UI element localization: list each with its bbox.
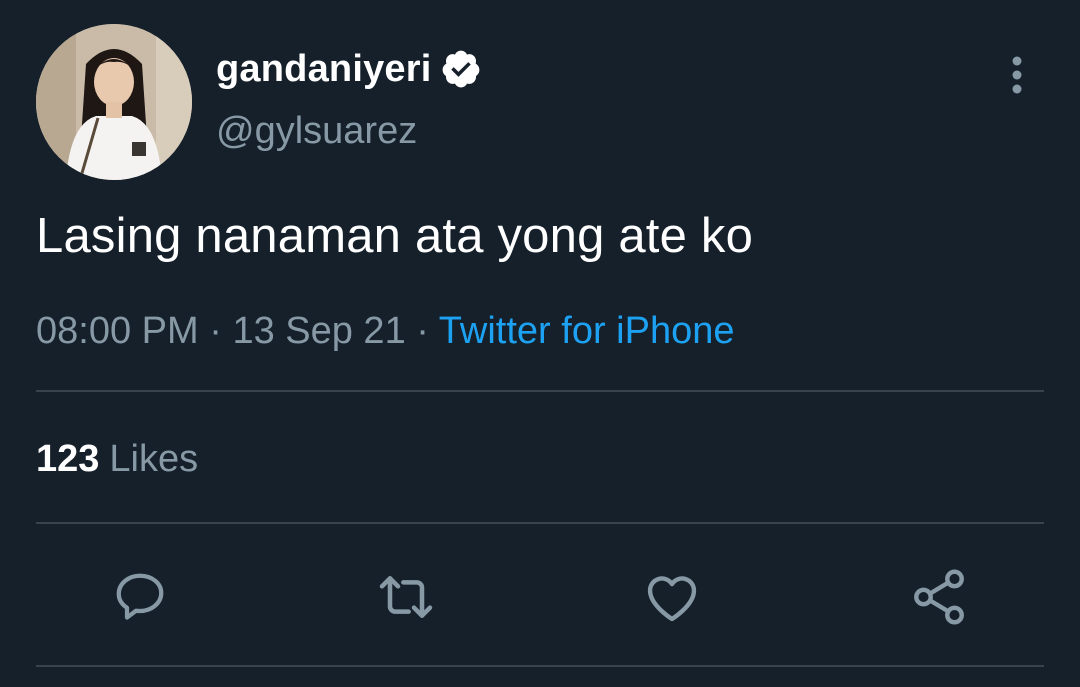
retweet-icon bbox=[379, 576, 433, 618]
meta-separator: · bbox=[198, 310, 233, 352]
avatar-photo bbox=[36, 24, 192, 180]
tweet-detail: gandaniyeri @gylsuarez Lasing nanaman at… bbox=[0, 0, 1080, 687]
display-name[interactable]: gandaniyeri bbox=[216, 48, 432, 91]
likes-count: 123 bbox=[36, 438, 100, 480]
reply-icon bbox=[116, 573, 164, 620]
divider bbox=[36, 522, 1044, 524]
more-options-icon[interactable] bbox=[1000, 55, 1034, 95]
share-icon bbox=[914, 569, 964, 625]
tweet-date: 13 Sep 21 bbox=[232, 310, 406, 352]
like-icon bbox=[647, 576, 697, 622]
like-button[interactable] bbox=[637, 562, 707, 632]
divider bbox=[36, 390, 1044, 392]
meta-separator: · bbox=[405, 310, 439, 352]
tweet-metadata: 08:00 PM · 13 Sep 21 · Twitter for iPhon… bbox=[36, 310, 734, 353]
tweet-source-link[interactable]: Twitter for iPhone bbox=[439, 310, 735, 352]
share-button[interactable] bbox=[904, 562, 974, 632]
user-handle[interactable]: @gylsuarez bbox=[216, 110, 417, 153]
verified-badge-icon bbox=[440, 48, 482, 90]
retweet-button[interactable] bbox=[371, 562, 441, 632]
divider bbox=[36, 665, 1044, 667]
avatar[interactable] bbox=[36, 24, 192, 180]
likes-stat[interactable]: 123 Likes bbox=[36, 438, 198, 481]
likes-label: Likes bbox=[109, 438, 199, 480]
display-name-row[interactable]: gandaniyeri bbox=[216, 44, 482, 94]
tweet-time: 08:00 PM bbox=[36, 310, 199, 352]
reply-button[interactable] bbox=[105, 562, 175, 632]
tweet-text: Lasing nanaman ata yong ate ko bbox=[36, 209, 754, 263]
